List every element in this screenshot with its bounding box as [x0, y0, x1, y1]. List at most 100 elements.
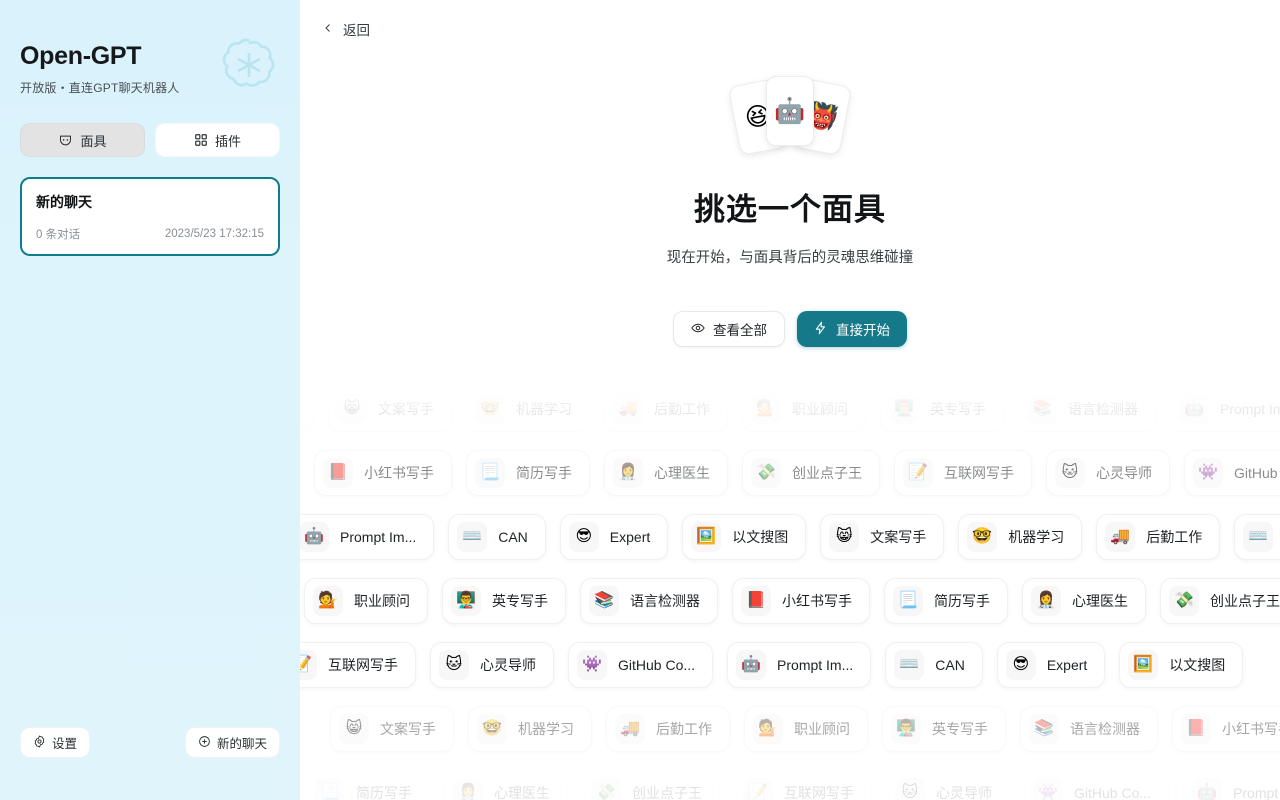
mask-chip[interactable]: 📝 互联网写手 [734, 770, 872, 800]
mask-grid-row: 🤖 Prompt Im... ⌨️ CAN 😎 Expert 🖼️ 以文搜图 😸 文案写手 🤓 机器学… [300, 514, 1280, 560]
mask-chip-label: 后勤工作 [1146, 529, 1203, 545]
mask-chip[interactable]: 📕 小红书写手 [1172, 706, 1280, 752]
tab-masks-label: 面具 [80, 133, 107, 149]
start-now-button[interactable]: 直接开始 [797, 311, 907, 347]
mask-chip[interactable]: 👩‍⚕️ 心理医生 [1022, 578, 1146, 624]
mask-chip[interactable]: 👾 GitHub Co... [1184, 450, 1280, 496]
mask-chip[interactable]: 🖼️以文搜图 [682, 514, 807, 560]
mask-chip[interactable]: ⌨️CAN [885, 642, 983, 688]
mask-chip[interactable]: 🐱 心灵导师 [886, 770, 1010, 800]
new-chat-button[interactable]: 新的聊天 [184, 727, 280, 758]
mask-emoji-icon: 🚚 [613, 394, 643, 424]
mask-chip[interactable]: 👾 GitHub Co... [1024, 770, 1170, 800]
mask-chip[interactable]: 😸 文案写手 [820, 514, 945, 560]
eye-icon [691, 321, 705, 338]
mask-chip-label: Prompt Im... [1220, 401, 1280, 417]
hero-title: 挑选一个面具 [694, 192, 886, 227]
mask-chip[interactable]: 😸 文案写手 [330, 706, 454, 752]
mask-grid[interactable]: 🖼️以文搜图😸文案写手🤓机器学习🚚后勤工作💁职业顾问👨‍🏫英专写手📚语言检测器🤖… [300, 386, 1280, 800]
mask-chip[interactable]: 📕 小红书写手 [314, 450, 452, 496]
mask-chip[interactable]: 🤓 机器学习 [958, 514, 1083, 560]
mask-emoji-icon: 💁 [753, 714, 783, 744]
chat-meta: 0 条对话 2023/5/23 17:32:15 [36, 226, 264, 242]
mask-emoji-icon: 🤓 [967, 522, 998, 552]
mask-chip[interactable]: 💸 创业点子王 [1160, 578, 1280, 624]
mask-emoji-icon: 📚 [1029, 714, 1059, 744]
mask-chip[interactable]: 🐱 心灵导师 [1046, 450, 1170, 496]
grid-icon [194, 133, 208, 147]
mask-chip[interactable]: 😎 Expert [996, 642, 1106, 688]
lightning-icon [814, 321, 828, 338]
mask-chip-label: 小红书写手 [364, 465, 434, 481]
mask-chip[interactable]: 💁 职业顾问 [742, 386, 866, 432]
mask-emoji-icon: ⌨️ [1243, 522, 1274, 552]
settings-button[interactable]: 设置 [20, 727, 91, 758]
mask-emoji-icon: 🖼️ [691, 522, 722, 552]
mask-chip[interactable]: 🤖 Prompt Im... [1183, 770, 1280, 800]
mask-chip[interactable]: 👩‍⚕️ 心理医生 [444, 770, 568, 800]
tab-masks[interactable]: 面具 [20, 123, 145, 157]
mask-chip[interactable]: 💁 职业顾问 [744, 706, 868, 752]
mask-emoji-icon: 📝 [300, 650, 317, 680]
mask-chip[interactable]: 👨‍🏫 英专写手 [882, 706, 1006, 752]
mask-chip[interactable]: 📚 语言检测器 [1018, 386, 1156, 432]
mask-chip[interactable]: ⌨️CAN [1234, 514, 1280, 560]
mask-chip[interactable]: 😸 文案写手 [328, 386, 452, 432]
start-now-label: 直接开始 [836, 323, 890, 338]
mask-chip[interactable]: 🖼️以文搜图 [1119, 642, 1244, 688]
mask-chip[interactable]: 📃 简历写手 [884, 578, 1008, 624]
mask-chip[interactable]: 👩‍⚕️ 心理医生 [604, 450, 728, 496]
mask-chip[interactable]: 🤖 Prompt Im... [727, 642, 872, 688]
mask-chip[interactable]: 😎 Expert [559, 514, 669, 560]
chat-timestamp: 2023/5/23 17:32:15 [164, 228, 264, 240]
mask-chip-label: GitHub Co... [1074, 785, 1152, 800]
plus-circle-icon [198, 735, 211, 751]
mask-chip-label: 心灵导师 [480, 657, 536, 673]
mask-emoji-icon: 📝 [903, 458, 933, 488]
mask-emoji-icon: 🐱 [1055, 458, 1085, 488]
mask-chip[interactable]: 👨‍🏫 英专写手 [442, 578, 566, 624]
mask-emoji-icon: 📃 [893, 586, 923, 616]
mask-chip[interactable]: 🐱 心灵导师 [430, 642, 554, 688]
mask-chip[interactable]: 🤖 Prompt Im... [300, 514, 435, 560]
gear-icon [33, 734, 46, 751]
mask-emoji-icon: 📚 [589, 586, 619, 616]
mask-chip[interactable]: 🤓 机器学习 [468, 706, 592, 752]
mask-chip[interactable]: 📃 简历写手 [306, 770, 430, 800]
mask-chip[interactable]: 💁 职业顾问 [304, 578, 428, 624]
mask-chip[interactable]: 🖼️以文搜图 [300, 386, 314, 432]
mask-chip[interactable]: 💸 创业点子王 [742, 450, 880, 496]
mask-chip[interactable]: 📝 互联网写手 [894, 450, 1032, 496]
mask-chip[interactable]: 📕 小红书写手 [732, 578, 870, 624]
back-bar: 返回 [300, 0, 1280, 58]
mask-chip[interactable]: 💸 创业点子王 [582, 770, 720, 800]
mask-chip[interactable]: ⌨️CAN [448, 514, 546, 560]
mask-chip[interactable]: 🤓 机器学习 [466, 386, 590, 432]
tab-plugins[interactable]: 插件 [155, 123, 280, 157]
mask-chip[interactable]: 🤖 Prompt Im... [1170, 386, 1280, 432]
sidebar: Open-GPT 开放版・直连GPT聊天机器人 面具 插件 新的聊天 0 条对话… [0, 0, 300, 800]
mask-chip-label: 职业顾问 [354, 593, 410, 609]
mask-chip[interactable]: 👨‍🏫 英专写手 [880, 386, 1004, 432]
mask-chip[interactable]: 📚 语言检测器 [580, 578, 718, 624]
mask-chip[interactable]: 📝 互联网写手 [300, 642, 416, 688]
mask-emoji-icon: 👨‍🏫 [451, 586, 481, 616]
mask-emoji-icon: 💸 [591, 778, 621, 800]
mask-chip[interactable]: 🚚 后勤工作 [606, 706, 730, 752]
mask-chip[interactable]: 📚 语言检测器 [1020, 706, 1158, 752]
back-button[interactable]: 返回 [322, 19, 370, 39]
view-all-button[interactable]: 查看全部 [673, 311, 785, 347]
mask-emoji-icon: 🚚 [615, 714, 645, 744]
mask-grid-row: 💁 职业顾问 👨‍🏫 英专写手 📚 语言检测器 📕 小红书写手 📃 简历写手 👩‍⚕️ 心理医生 💸 创业… [304, 578, 1280, 624]
mask-chip-label: 英专写手 [492, 593, 548, 609]
mask-chip-label: 英专写手 [932, 721, 988, 737]
mask-chip[interactable]: 🚚 后勤工作 [604, 386, 728, 432]
mask-chip[interactable]: 👾 GitHub Co... [568, 642, 714, 688]
sidebar-footer: 设置 新的聊天 [20, 727, 280, 758]
list-item[interactable]: 新的聊天 0 条对话 2023/5/23 17:32:15 [20, 177, 280, 256]
mask-chip-label: GitHub Co... [1234, 465, 1280, 481]
mask-chip[interactable]: 📃 简历写手 [466, 450, 590, 496]
mask-emoji-icon: 🤓 [477, 714, 507, 744]
mask-emoji-icon: 👨‍🏫 [891, 714, 921, 744]
mask-chip[interactable]: 🚚 后勤工作 [1096, 514, 1221, 560]
